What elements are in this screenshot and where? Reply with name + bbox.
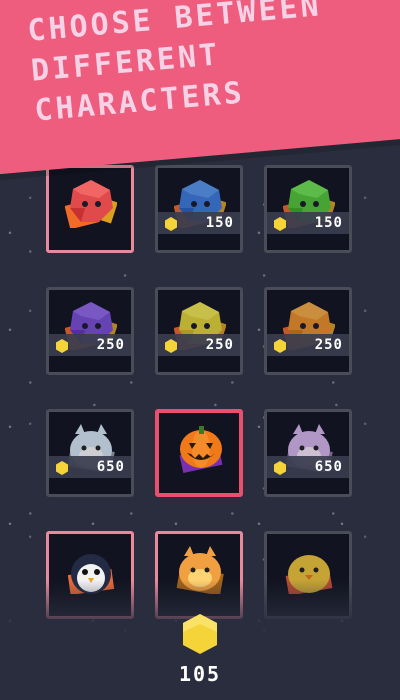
character-card-orange-blob[interactable]: 250 bbox=[264, 287, 352, 375]
price-tag: 250 bbox=[49, 334, 131, 356]
price-label: 250 bbox=[205, 337, 234, 353]
character-card-blue-blob[interactable]: 150 bbox=[155, 165, 243, 253]
coin-icon bbox=[273, 460, 287, 475]
price-tag: 250 bbox=[267, 334, 349, 356]
price-label: 650 bbox=[314, 459, 343, 475]
character-card-snow-yeti[interactable]: 650 bbox=[46, 409, 134, 497]
coin-icon bbox=[178, 612, 222, 656]
price-label: 250 bbox=[96, 337, 125, 353]
price-tag: 150 bbox=[158, 212, 240, 234]
coin-icon bbox=[55, 338, 69, 353]
pumpkin-icon bbox=[175, 421, 227, 473]
coin-icon bbox=[273, 216, 287, 231]
price-tag: 650 bbox=[49, 456, 131, 478]
red-blob-icon bbox=[64, 176, 118, 230]
price-label: 150 bbox=[205, 215, 234, 231]
price-tag: 650 bbox=[267, 456, 349, 478]
character-card-lilac-cat[interactable]: 650 bbox=[264, 409, 352, 497]
price-tag: 150 bbox=[267, 212, 349, 234]
coin-icon bbox=[164, 216, 178, 231]
coin-icon bbox=[273, 338, 287, 353]
character-card-purple-blob[interactable]: 250 bbox=[46, 287, 134, 375]
price-label: 150 bbox=[314, 215, 343, 231]
character-card-pumpkin[interactable] bbox=[155, 409, 243, 497]
coin-icon bbox=[164, 338, 178, 353]
price-label: 650 bbox=[96, 459, 125, 475]
price-label: 250 bbox=[314, 337, 343, 353]
character-card-green-blob[interactable]: 150 bbox=[264, 165, 352, 253]
character-card-red-blob[interactable] bbox=[46, 165, 134, 253]
character-grid: 150 150 250 250 250 650 650 bbox=[46, 165, 358, 619]
character-card-yellow-blob[interactable]: 250 bbox=[155, 287, 243, 375]
coin-balance: 105 bbox=[178, 662, 222, 686]
price-tag: 250 bbox=[158, 334, 240, 356]
coin-icon bbox=[55, 460, 69, 475]
